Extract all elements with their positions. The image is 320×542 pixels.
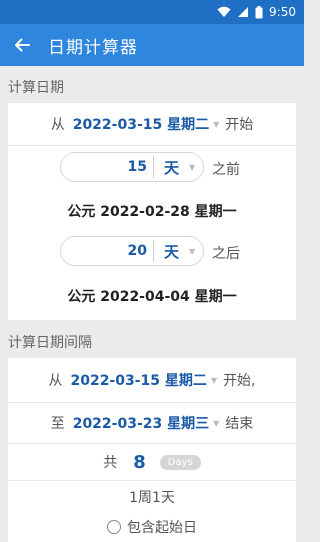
after-suffix: 之后 (212, 246, 240, 262)
wifi-icon (217, 6, 231, 18)
from-suffix: 开始 (225, 117, 254, 133)
divider (8, 145, 296, 146)
status-time: 9:50 (269, 5, 296, 19)
before-result: 公元 2022-02-28 星期一 (67, 204, 237, 220)
calc-date-card: 从 2022-03-15 星期二 ▼ 开始 15 天 ▼ 之前 公元 2022-… (8, 103, 296, 320)
arrow-back-icon (15, 38, 30, 52)
from-prefix: 从 (50, 117, 65, 133)
app-bar: 日期计算器 (0, 24, 304, 66)
interval-from-date-picker[interactable]: 2022-03-15 星期二 (70, 370, 206, 390)
battery-icon (255, 5, 263, 19)
from-date-row: 从 2022-03-15 星期二 ▼ 开始 (8, 103, 296, 145)
days-after-input[interactable]: 20 (61, 243, 153, 259)
calc-interval-card: 从 2022-03-15 星期二 ▼ 开始, 至 2022-03-23 星期三 … (8, 358, 296, 542)
after-result: 公元 2022-04-04 星期一 (67, 289, 237, 305)
interval-to-row: 至 2022-03-23 星期三 ▼ 结束 (8, 403, 296, 443)
from-date-picker[interactable]: 2022-03-15 星期二 (73, 114, 209, 134)
before-result-row: 公元 2022-02-28 星期一 (8, 195, 296, 227)
interval-to-suffix: 结束 (225, 416, 254, 432)
section-title-calc-date: 计算日期 (8, 80, 64, 96)
before-suffix: 之前 (212, 162, 240, 178)
dropdown-caret-icon: ▼ (189, 246, 196, 256)
days-after-stepper[interactable]: 20 天 ▼ (60, 236, 204, 266)
include-start-option[interactable]: 包含起始日 (8, 513, 296, 541)
stepper-separator (153, 156, 154, 178)
interval-to-date-picker[interactable]: 2022-03-23 星期三 (73, 413, 209, 433)
interval-total-row: 共 8 Days (8, 444, 296, 480)
include-start-label: 包含起始日 (127, 520, 197, 536)
stepper-separator (153, 240, 154, 262)
interval-from-row: 从 2022-03-15 星期二 ▼ 开始, (8, 358, 296, 402)
days-unit-badge[interactable]: Days (159, 454, 201, 470)
section-title-calc-interval: 计算日期间隔 (8, 335, 92, 351)
dropdown-caret-icon: ▼ (213, 119, 220, 129)
dropdown-caret-icon: ▼ (213, 418, 220, 428)
dropdown-caret-icon: ▼ (210, 375, 218, 385)
signal-icon (237, 6, 249, 18)
interval-from-prefix: 从 (48, 373, 63, 389)
interval-breakdown-row: 1周1天 (8, 481, 296, 513)
interval-breakdown: 1周1天 (129, 490, 175, 506)
days-before-input[interactable]: 15 (61, 159, 153, 175)
page-title: 日期计算器 (48, 37, 138, 58)
back-button[interactable] (0, 24, 44, 66)
days-before-unit-select[interactable]: 天 (164, 157, 179, 178)
interval-from-suffix: 开始, (223, 373, 256, 389)
interval-to-prefix: 至 (50, 416, 65, 432)
dropdown-caret-icon: ▼ (189, 162, 196, 172)
after-result-row: 公元 2022-04-04 星期一 (8, 280, 296, 312)
days-after-unit-select[interactable]: 天 (164, 241, 179, 262)
total-prefix: 共 (103, 455, 118, 471)
days-before-stepper[interactable]: 15 天 ▼ (60, 152, 204, 182)
total-days-value: 8 (133, 451, 146, 473)
include-start-radio[interactable] (107, 520, 121, 534)
status-bar: 9:50 (0, 0, 304, 24)
